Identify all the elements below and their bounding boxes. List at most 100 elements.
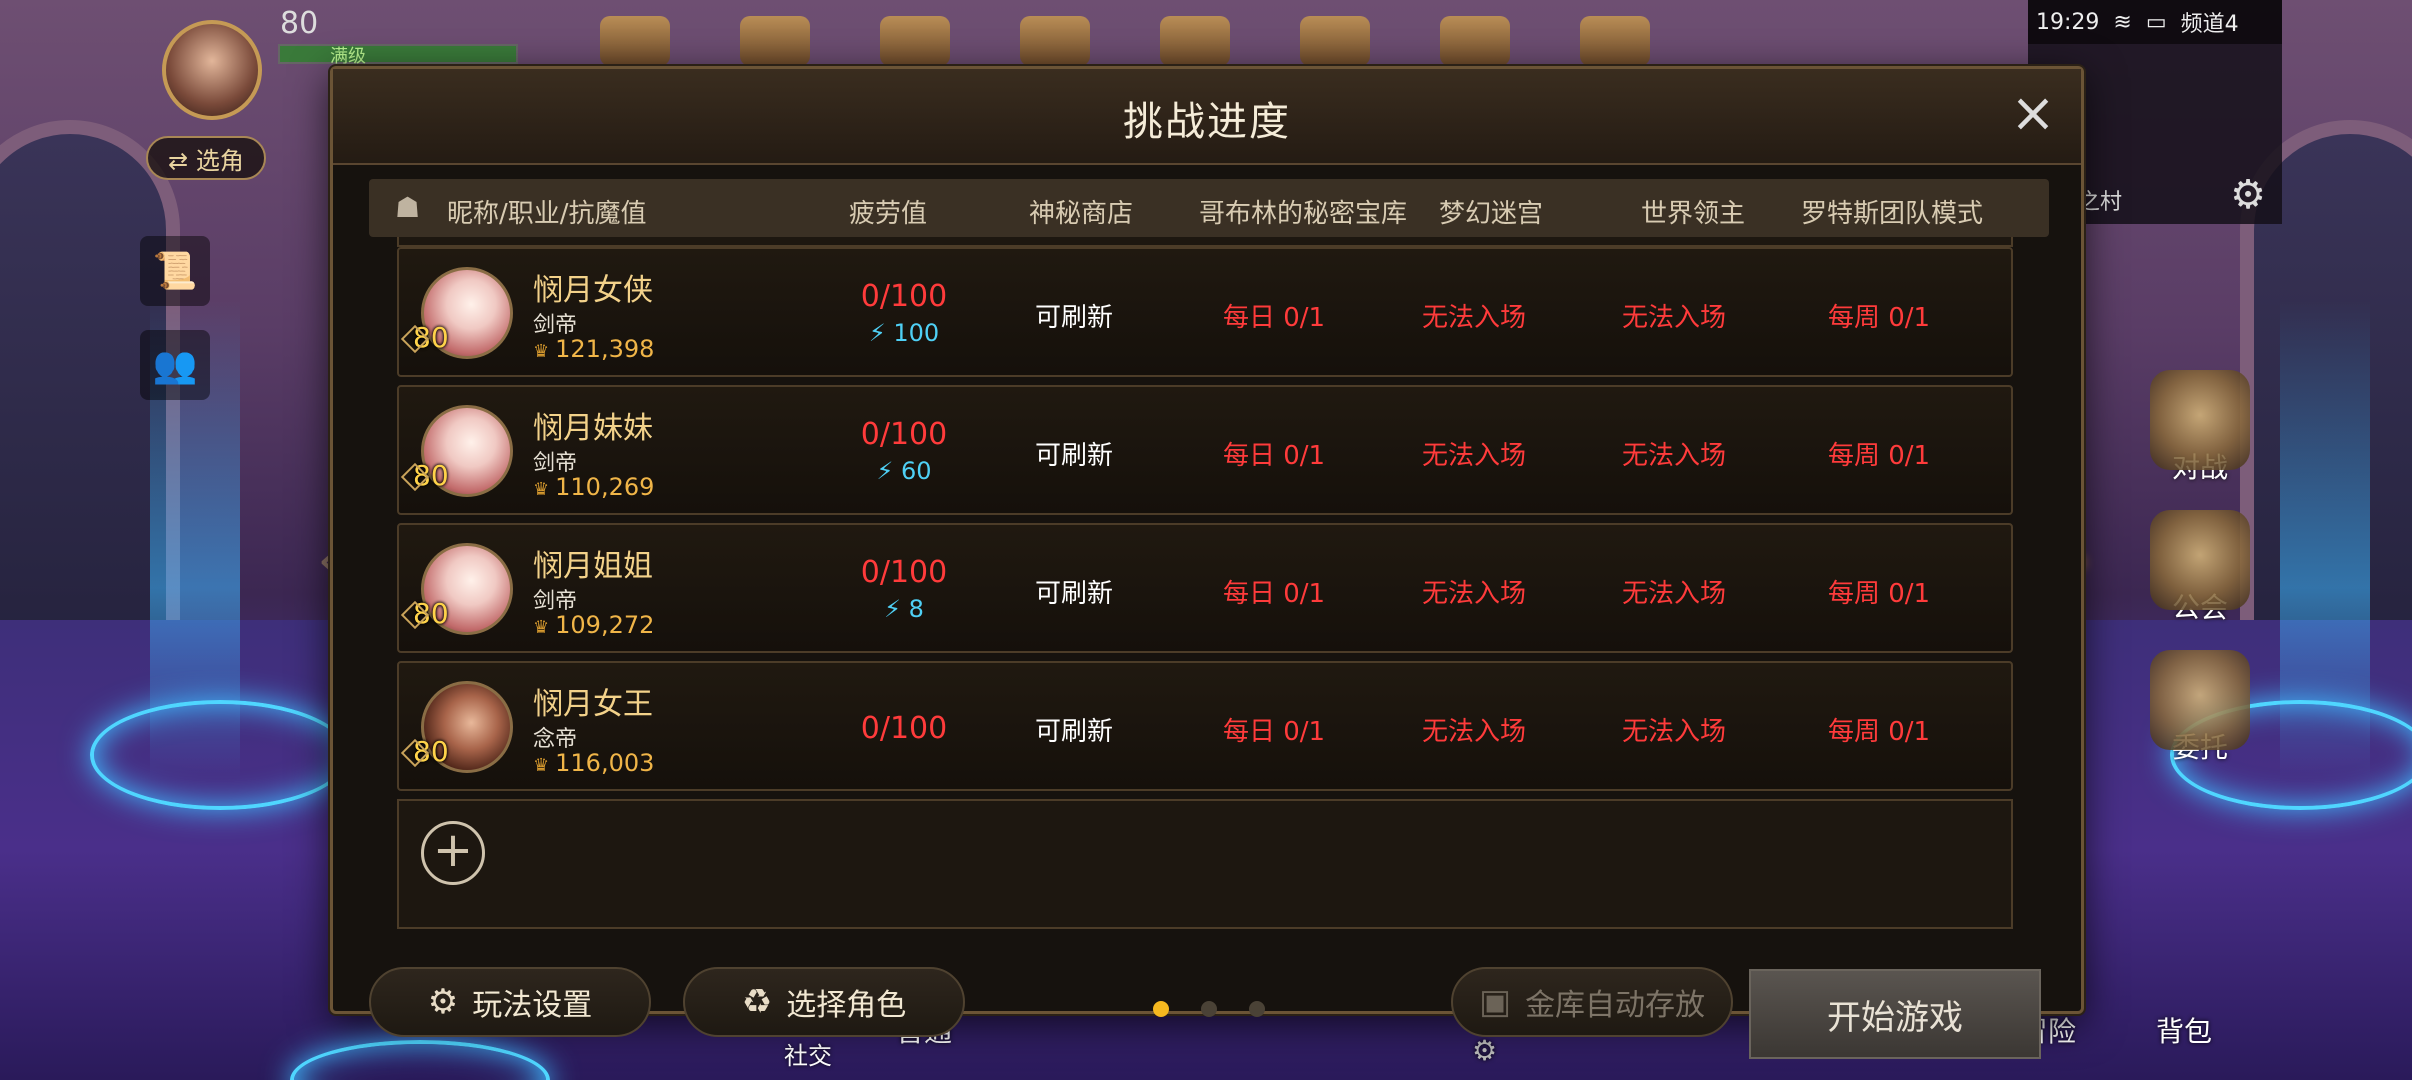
select-character-button[interactable]: ♻ 选择角色 <box>683 967 965 1037</box>
character-swap-icon: ♻ <box>741 982 773 1022</box>
page-dot-active[interactable] <box>1153 1001 1169 1017</box>
top-menu-icon[interactable] <box>880 16 950 66</box>
character-list[interactable]: 80 悯月女侠 剑帝 ♛ 121,398 0/100 ⚡ 100 可刷新 每日 0… <box>397 237 2013 953</box>
crown-icon: ♛ <box>533 479 550 500</box>
menu-item-social[interactable]: 社交 <box>784 1036 832 1071</box>
power-value: 110,269 <box>555 473 655 501</box>
character-level: 80 <box>413 735 449 768</box>
top-menu-icon[interactable] <box>740 16 810 66</box>
table-header: ☗ 昵称/职业/抗魔值 疲劳值 神秘商店 哥布林的秘密宝库 梦幻迷宫 世界领主 … <box>369 179 2049 237</box>
auto-store-button[interactable]: ▣ 金库自动存放 <box>1451 967 1733 1037</box>
clock: 19:29 <box>2036 9 2100 35</box>
gear-icon: ⚙ <box>427 982 459 1022</box>
crown-icon: ♛ <box>533 617 550 638</box>
bottom-menu: 社交 普通 角色 打造 冒险 背包 ⚙ <box>0 1010 2412 1080</box>
gear-icon[interactable]: ⚙ <box>1472 1034 1497 1067</box>
character-level: 80 <box>413 597 449 630</box>
player-level: 80 <box>280 6 319 41</box>
select-character-label: 选择角色 <box>786 988 907 1023</box>
lord-status: 无法入场 <box>1621 303 1726 333</box>
dialog-footer: ⚙ 玩法设置 ♻ 选择角色 ▣ 金库自动存放 开始游戏 <box>333 949 2081 1059</box>
top-menu-icon[interactable] <box>1160 16 1230 66</box>
maze-status: 无法入场 <box>1421 303 1526 333</box>
character-level: 80 <box>413 459 449 492</box>
menu-item-bag[interactable]: 背包 <box>2156 1010 2212 1050</box>
plus-icon: + <box>421 821 485 885</box>
exp-bar <box>278 44 518 64</box>
fatigue-value: 0/100 <box>860 711 948 746</box>
quest-scroll-icon[interactable]: 📜 <box>140 236 210 306</box>
menu-item-battle[interactable]: 对战 <box>2140 370 2260 486</box>
menu-item-guild[interactable]: 公会 <box>2140 510 2260 626</box>
crossed-swords-icon <box>2150 370 2250 470</box>
top-menu-icon[interactable] <box>1580 16 1650 66</box>
channel-label[interactable]: 频道4 <box>2181 6 2239 38</box>
page-indicator <box>1153 1001 1265 1017</box>
player-avatar[interactable] <box>162 20 262 120</box>
menu-item-commission[interactable]: 委托 <box>2140 650 2260 766</box>
page-dot[interactable] <box>1249 1001 1265 1017</box>
maze-status: 无法入场 <box>1421 717 1526 747</box>
rotus-status: 每周 0/1 <box>1827 717 1931 747</box>
shop-status: 可刷新 <box>1034 579 1113 609</box>
page-dot[interactable] <box>1201 1001 1217 1017</box>
top-menu-icon[interactable] <box>1440 16 1510 66</box>
table-row[interactable]: 80 悯月女侠 剑帝 ♛ 121,398 0/100 ⚡ 100 可刷新 每日 0… <box>397 247 2013 377</box>
table-row[interactable]: 80 悯月姐姐 剑帝 ♛ 109,272 0/100 ⚡ 8 可刷新 每日 0/1… <box>397 523 2013 653</box>
maze-status: 无法入场 <box>1421 579 1526 609</box>
gear-icon[interactable]: ⚙ <box>2230 172 2266 218</box>
lord-status: 无法入场 <box>1621 441 1726 471</box>
friends-icon[interactable]: 👥 <box>140 330 210 400</box>
create-character-row[interactable]: + <box>397 799 2013 929</box>
table-row[interactable]: 80 悯月妹妹 剑帝 ♛ 110,269 0/100 ⚡ 60 可刷新 每日 0/… <box>397 385 2013 515</box>
maze-status: 无法入场 <box>1421 441 1526 471</box>
dialog-header: 挑战进度 × <box>333 69 2081 165</box>
fatigue-value: 0/100 <box>860 279 948 314</box>
top-menu-icon[interactable] <box>1300 16 1370 66</box>
rotus-status: 每周 0/1 <box>1827 303 1931 333</box>
column-header-name: 昵称/职业/抗魔值 <box>447 199 647 229</box>
top-menu-icons <box>600 16 1650 66</box>
column-header-shop: 神秘商店 <box>1029 199 1134 229</box>
notice-board-icon <box>2150 650 2250 750</box>
energy-amount: 8 <box>908 595 924 623</box>
energy-amount: 60 <box>900 457 932 485</box>
goblin-status: 每日 0/1 <box>1222 717 1326 747</box>
power-value: 121,398 <box>555 335 655 363</box>
character-name: 悯月女王 <box>533 687 653 722</box>
column-header-lord: 世界领主 <box>1641 199 1746 229</box>
shop-status: 可刷新 <box>1034 303 1113 333</box>
wifi-icon: ≋ <box>2113 9 2132 35</box>
goblin-status: 每日 0/1 <box>1222 579 1326 609</box>
fatigue-value: 0/100 <box>860 417 948 452</box>
start-game-button[interactable]: 开始游戏 <box>1749 969 2041 1059</box>
lightning-icon: ⚡ <box>884 595 901 623</box>
switch-character-button[interactable]: ⇄ 选角 <box>146 136 266 180</box>
column-header-maze: 梦幻迷宫 <box>1439 199 1544 229</box>
energy-value: ⚡ 60 <box>829 457 979 485</box>
energy-value: ⚡ 100 <box>829 319 979 347</box>
auto-store-label: 金库自动存放 <box>1525 988 1706 1023</box>
top-menu-icon[interactable] <box>600 16 670 66</box>
list-item-partial <box>397 237 2013 247</box>
character-power: ♛ 116,003 <box>533 749 654 777</box>
column-header-goblin: 哥布林的秘密宝库 <box>1199 199 1408 229</box>
table-row[interactable]: 80 悯月女王 念帝 ♛ 116,003 0/100 可刷新 每日 0/1 无法入… <box>397 661 2013 791</box>
status-bar: 19:29 ≋ ▭ 频道4 <box>2028 0 2282 44</box>
energy-value: ⚡ 8 <box>829 595 979 623</box>
shop-status: 可刷新 <box>1034 717 1113 747</box>
column-header-rotus: 罗特斯团队模式 <box>1801 199 1984 229</box>
play-settings-button[interactable]: ⚙ 玩法设置 <box>369 967 651 1037</box>
play-settings-label: 玩法设置 <box>472 988 593 1023</box>
character-level: 80 <box>413 321 449 354</box>
character-name: 悯月妹妹 <box>533 411 653 446</box>
goblin-status: 每日 0/1 <box>1222 303 1326 333</box>
character-power: ♛ 109,272 <box>533 611 654 639</box>
power-value: 109,272 <box>555 611 655 639</box>
goblin-status: 每日 0/1 <box>1222 441 1326 471</box>
close-icon[interactable]: × <box>2007 86 2059 141</box>
top-menu-icon[interactable] <box>1020 16 1090 66</box>
character-power: ♛ 121,398 <box>533 335 654 363</box>
crown-icon: ♛ <box>533 755 550 776</box>
dialog-title: 挑战进度 <box>1123 99 1291 145</box>
